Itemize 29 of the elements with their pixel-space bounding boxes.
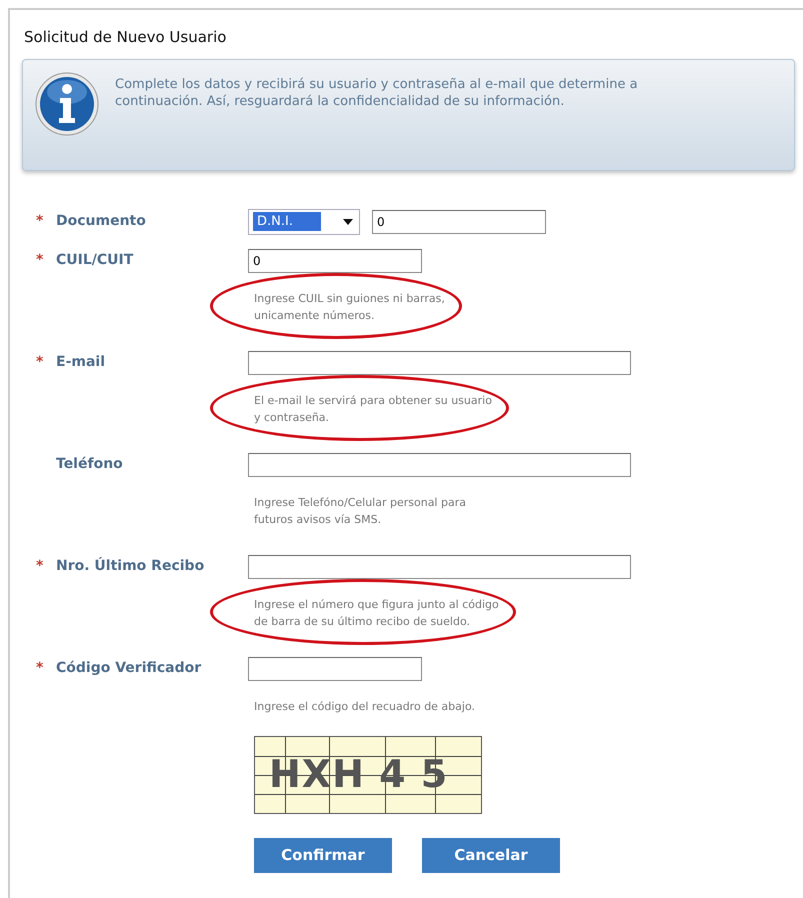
required-mark: *	[36, 251, 44, 270]
required-mark: *	[36, 353, 44, 372]
hint-text: Ingrese Telefóno/Celular personal para futuros avisos vía SMS.	[254, 494, 466, 528]
hint-text: Ingrese el número que figura junto al código de barra de su último recibo de sueldo.	[254, 596, 499, 630]
caret-icon	[343, 218, 353, 224]
field-label: Documento	[56, 212, 146, 231]
field-label: Código Verificador	[56, 659, 202, 678]
hint-text: Ingrese CUIL sin guiones ni barras, unicamente números.	[254, 290, 445, 324]
required-mark: *	[36, 659, 44, 678]
panel-title: Solicitud de Nuevo Usuario	[24, 27, 228, 48]
input-field[interactable]	[248, 656, 422, 680]
input-field[interactable]: 0	[372, 210, 546, 234]
input-field[interactable]	[248, 554, 631, 578]
input-field[interactable]	[248, 452, 631, 476]
hint-text: El e-mail le servirá para obtener su usuario y contraseña.	[254, 392, 492, 426]
required-mark: *	[36, 212, 44, 231]
input-field[interactable]: 0	[248, 248, 422, 272]
info-icon	[35, 72, 99, 136]
input-field[interactable]	[248, 350, 631, 374]
field-label: Teléfono	[56, 455, 123, 474]
field-label: CUIL/CUIT	[56, 251, 134, 270]
hint-text: Ingrese el código del recuadro de abajo.	[254, 698, 475, 714]
form-button[interactable]: Cancelar	[422, 838, 560, 872]
document-type-dropdown[interactable]: D.N.I.	[248, 208, 360, 234]
form-button[interactable]: Confirmar	[254, 838, 392, 872]
info-text: Complete los datos y recibirá su usuario y contraseña al e-mail que determine a continuación. Así, resguardará la confidencialidad de su información.	[115, 76, 639, 110]
required-mark: *	[36, 557, 44, 576]
field-label: Nro. Último Recibo	[56, 556, 204, 576]
field-label: E-mail	[56, 353, 106, 372]
